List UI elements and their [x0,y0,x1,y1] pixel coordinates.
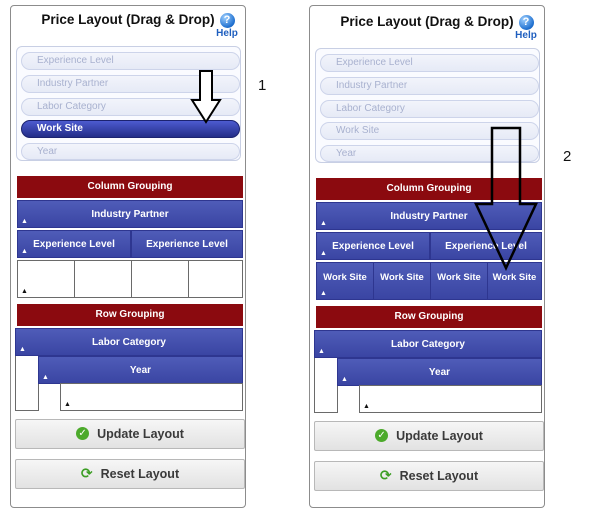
down-arrow-annotation-2 [474,126,538,271]
annotation-arrows [190,70,538,271]
down-arrow-annotation-1 [190,70,222,124]
